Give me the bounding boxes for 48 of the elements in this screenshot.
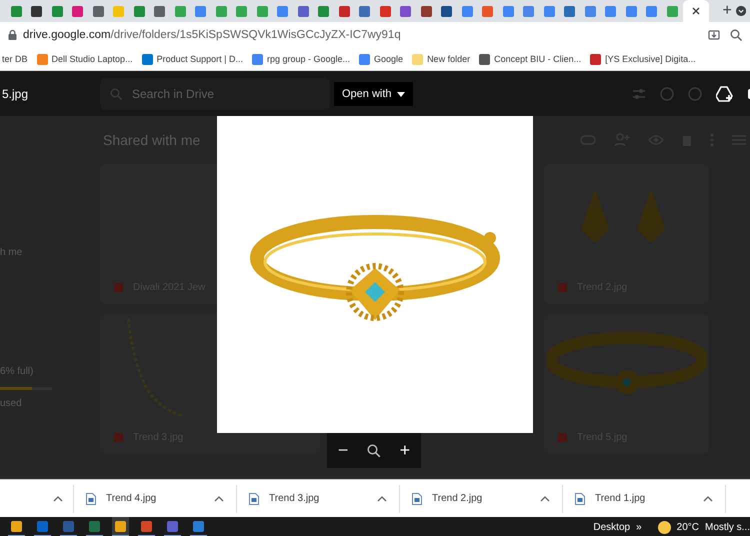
chevron-up-icon[interactable]: [214, 496, 224, 502]
new-tab-button[interactable]: +: [718, 2, 736, 20]
weather-icon: [658, 520, 671, 534]
bookmark-link[interactable]: Google: [374, 54, 404, 64]
download-item[interactable]: Trend 3.jpg: [237, 484, 400, 512]
download-item[interactable]: Trend 4.jpg: [74, 484, 237, 512]
zoom-out-button[interactable]: −: [334, 440, 352, 461]
file-type-icon: [114, 282, 123, 292]
image-file-icon: [412, 492, 422, 504]
bookmark-link[interactable]: Dell Studio Laptop...: [52, 54, 133, 64]
bookmark-link[interactable]: Concept BIU - Clien...: [494, 54, 582, 64]
close-icon[interactable]: [692, 7, 700, 15]
open-with-button[interactable]: Open with: [334, 82, 413, 106]
temperature-text: 20°C: [676, 522, 699, 532]
toolbar-label[interactable]: Desktop: [593, 522, 630, 532]
tab-search-icon[interactable]: [736, 5, 746, 17]
bookmark-link[interactable]: rpg group - Google...: [266, 54, 350, 64]
download-item[interactable]: Trend 1.jpg: [563, 484, 726, 512]
search-icon[interactable]: [367, 444, 381, 458]
caret-icon: [396, 92, 405, 96]
zoom-icon[interactable]: [730, 29, 742, 41]
url-text[interactable]: drive.google.com/drive/folders/1s5KiSpSWSQVk1WisGCcJyZX-IC7wy91q: [23, 29, 401, 41]
add-to-drive-icon[interactable]: [716, 86, 734, 102]
file-type-icon: [114, 432, 123, 442]
toolbar-expand[interactable]: »: [636, 522, 642, 532]
chevron-up-icon[interactable]: [377, 496, 387, 502]
bookmark-link[interactable]: Product Support | D...: [156, 54, 243, 64]
lock-icon[interactable]: [8, 30, 17, 40]
install-icon[interactable]: [708, 29, 720, 41]
file-type-icon: [558, 432, 567, 442]
search-icon: [110, 88, 122, 100]
file-type-icon: [558, 282, 567, 292]
storage-bar: [0, 387, 52, 390]
chevron-up-icon[interactable]: [540, 496, 550, 502]
taskbar-app[interactable]: [112, 517, 129, 536]
chevron-up-icon[interactable]: [53, 496, 63, 502]
image-file-icon: [575, 492, 585, 504]
chevron-up-icon[interactable]: [703, 496, 713, 502]
browser-tab[interactable]: [682, 0, 708, 22]
bookmark-link[interactable]: ter DB: [2, 54, 28, 64]
bookmark-link[interactable]: [YS Exclusive] Digita...: [605, 54, 696, 64]
image-file-icon: [249, 492, 259, 504]
weather-text: Mostly s...: [704, 522, 750, 532]
file-name: 5.jpg: [2, 86, 30, 100]
download-item[interactable]: Trend 2.jpg: [400, 484, 563, 512]
zoom-in-button[interactable]: +: [396, 440, 414, 461]
bookmark-link[interactable]: New folder: [427, 54, 470, 64]
image-file-icon: [86, 492, 96, 504]
